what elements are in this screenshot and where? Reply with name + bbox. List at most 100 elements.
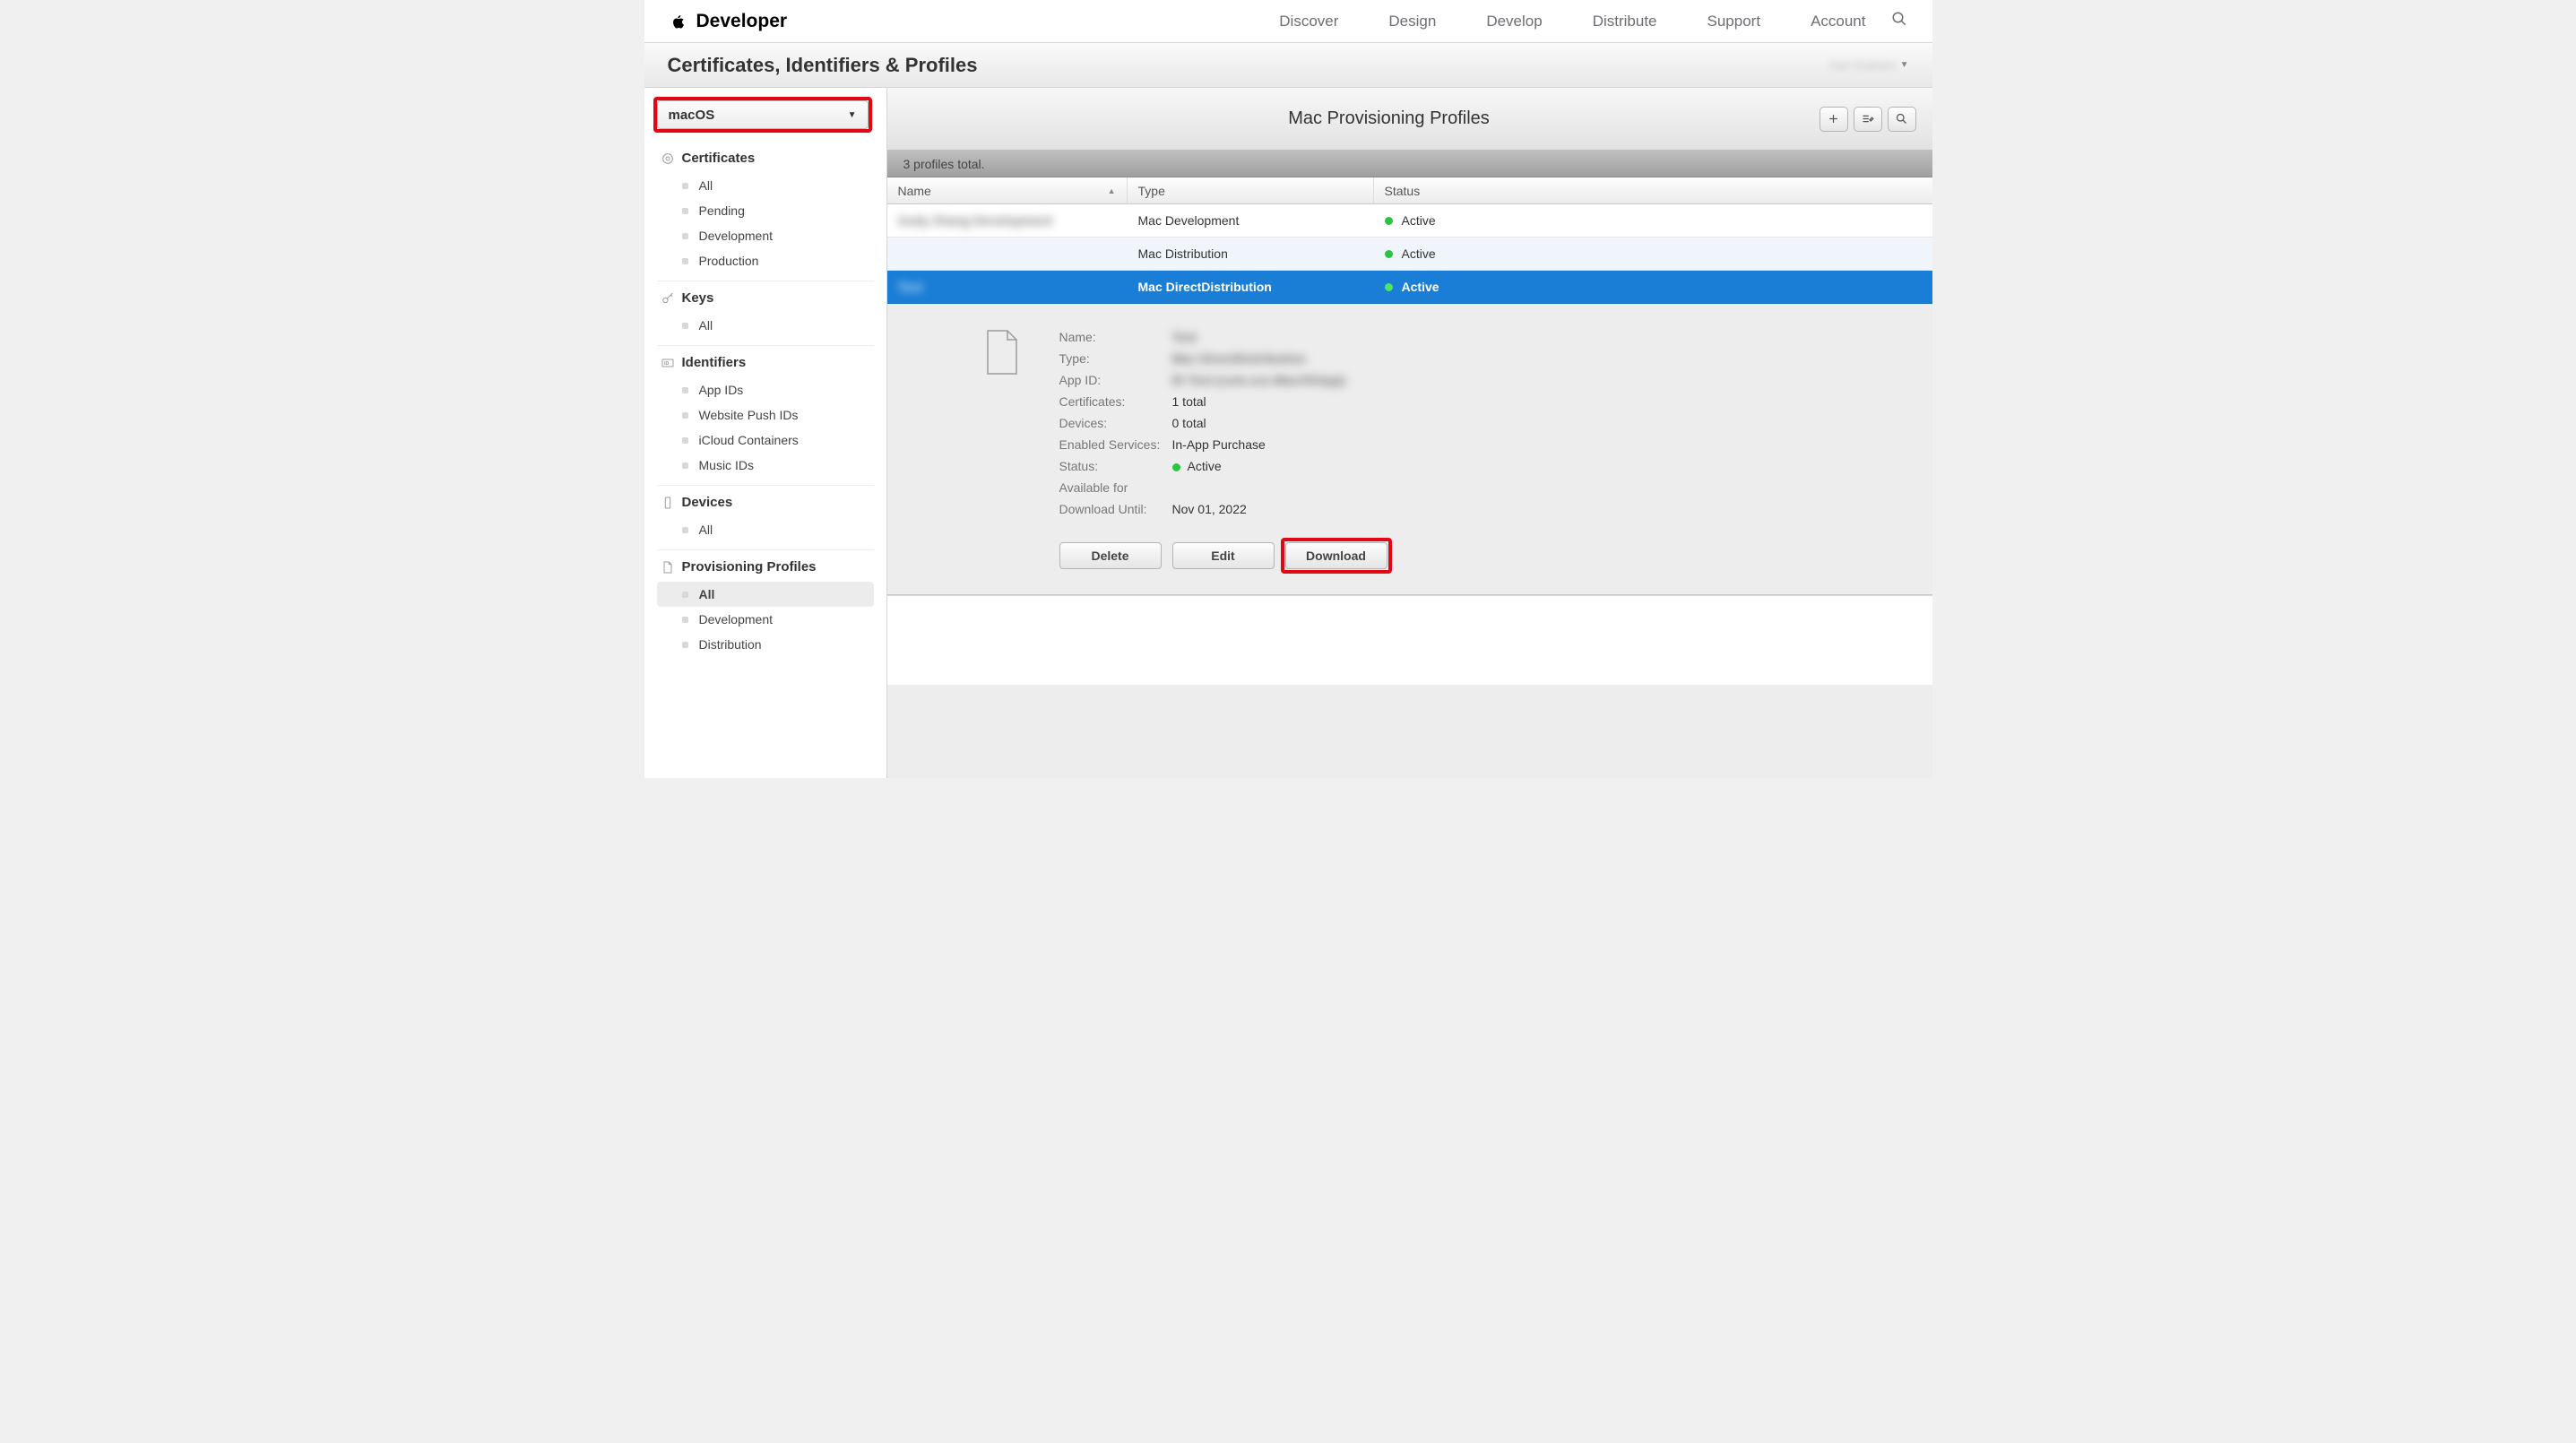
svg-text:ID: ID [664,361,669,367]
profile-type: Mac Distribution [1138,246,1228,261]
table-header: Name▲ Type Status [887,177,1932,204]
section-title: Devices [682,495,733,510]
chevron-down-icon: ▼ [848,110,857,120]
detail-status-label: Status: [1059,458,1172,474]
id-icon: ID [661,356,675,370]
detail-avail-value: Nov 01, 2022 [1172,501,1247,517]
detail-type-value: Mac DirectDistribution [1172,350,1306,367]
profile-type: Mac DirectDistribution [1138,280,1272,294]
content-area: Mac Provisioning Profiles 3 profiles tot… [887,88,1932,778]
detail-name-value: Test [1172,329,1197,345]
detail-dev-label: Devices: [1059,415,1172,431]
status-dot-icon [1172,463,1180,471]
sidebar-item-profiles-distribution[interactable]: Distribution [657,632,874,657]
annotation-highlight [1281,538,1392,574]
sidebar-item-cert-production[interactable]: Production [657,248,874,273]
edit-list-button[interactable] [1854,107,1882,132]
nav-account[interactable]: Account [1811,13,1865,30]
detail-avail-label1: Available for [1059,480,1172,496]
section-certificates: Certificates [657,142,874,173]
chevron-down-icon[interactable]: ▼ [1900,60,1909,70]
sidebar-item-keys-all[interactable]: All [657,313,874,338]
key-icon [661,291,675,306]
platform-select-label: macOS [669,108,715,123]
page-title: Certificates, Identifiers & Profiles [668,54,978,77]
sidebar-item-profiles-development[interactable]: Development [657,607,874,632]
section-devices: Devices [657,485,874,517]
profile-type: Mac Development [1138,213,1240,228]
content-toolbar: Mac Provisioning Profiles [887,88,1932,151]
sidebar-item-id-pushids[interactable]: Website Push IDs [657,402,874,428]
detail-panel: Name:Test Type:Mac DirectDistribution Ap… [887,304,1932,595]
profile-status: Active [1402,280,1439,294]
section-identifiers: ID Identifiers [657,345,874,377]
table-row-selected[interactable]: Test Mac DirectDistribution Active [887,271,1932,304]
nav-develop[interactable]: Develop [1486,13,1542,30]
detail-name-label: Name: [1059,329,1172,345]
status-dot-icon [1385,283,1393,291]
sidebar-item-cert-all[interactable]: All [657,173,874,198]
detail-type-label: Type: [1059,350,1172,367]
edit-button[interactable]: Edit [1172,542,1275,569]
sort-asc-icon: ▲ [1108,186,1116,195]
status-dot-icon [1385,217,1393,225]
download-button[interactable]: Download [1285,542,1387,569]
detail-appid-label: App ID: [1059,372,1172,388]
table-row[interactable]: Andy Zhang Development Mac Development A… [887,204,1932,238]
status-dot-icon [1385,250,1393,258]
column-type[interactable]: Type [1128,177,1374,203]
delete-button[interactable]: Delete [1059,542,1162,569]
content-footer-space [887,595,1932,685]
section-title: Keys [682,290,714,306]
section-title: Identifiers [682,355,747,370]
nav-support[interactable]: Support [1707,13,1761,30]
detail-svc-value: In-App Purchase [1172,436,1266,453]
table-row[interactable]: Mac Distribution Active [887,238,1932,271]
detail-status-value: Active [1172,458,1222,474]
sidebar-item-id-icloud[interactable]: iCloud Containers [657,428,874,453]
nav-design[interactable]: Design [1388,13,1436,30]
nav-distribute[interactable]: Distribute [1593,13,1657,30]
sidebar-item-devices-all[interactable]: All [657,517,874,542]
sidebar-item-id-musicids[interactable]: Music IDs [657,453,874,478]
sidebar: macOS ▼ Certificates All Pending Develop… [644,88,887,778]
content-title: Mac Provisioning Profiles [959,108,1820,129]
sidebar-item-cert-pending[interactable]: Pending [657,198,874,223]
apple-logo-icon[interactable] [670,12,686,31]
search-button[interactable] [1888,107,1916,132]
profile-name: Test [898,280,923,294]
column-status[interactable]: Status [1374,177,1932,203]
nav-discover[interactable]: Discover [1279,13,1338,30]
detail-cert-label: Certificates: [1059,393,1172,410]
list-edit-icon [1861,112,1874,125]
sidebar-item-id-appids[interactable]: App IDs [657,377,874,402]
sidebar-item-cert-development[interactable]: Development [657,223,874,248]
document-icon [661,560,675,575]
profile-status: Active [1402,213,1436,228]
section-title: Certificates [682,151,756,166]
user-menu-label[interactable]: Karl Graham [1830,58,1897,72]
detail-appid-value: ID Test (com.xxx.MacOSApp) [1172,372,1345,388]
top-nav: Developer Discover Design Develop Distri… [644,0,1932,43]
device-icon [661,496,675,510]
section-profiles: Provisioning Profiles [657,549,874,582]
plus-icon [1827,112,1840,125]
detail-cert-value: 1 total [1172,393,1206,410]
results-count: 3 profiles total. [887,151,1932,177]
page-title-bar: Certificates, Identifiers & Profiles Kar… [644,43,1932,88]
sidebar-item-profiles-all[interactable]: All [657,582,874,607]
search-icon [1895,112,1908,125]
add-button[interactable] [1820,107,1848,132]
page-container: Developer Discover Design Develop Distri… [644,0,1932,778]
gear-icon [661,151,675,166]
brand-label[interactable]: Developer [696,11,788,32]
detail-dev-value: 0 total [1172,415,1206,431]
profile-status: Active [1402,246,1436,261]
search-icon[interactable] [1891,11,1907,31]
document-icon [984,329,1020,376]
detail-avail-label2: Download Until: [1059,501,1172,517]
column-name[interactable]: Name▲ [887,177,1128,203]
profile-name: Andy Zhang Development [898,213,1053,228]
platform-select[interactable]: macOS ▼ [657,100,869,129]
section-keys: Keys [657,281,874,313]
